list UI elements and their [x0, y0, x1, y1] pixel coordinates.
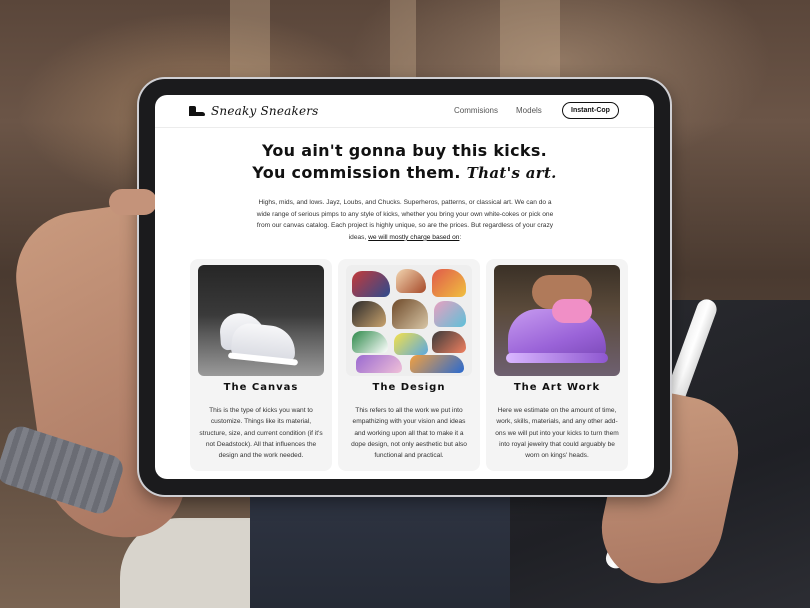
sneaker-detail: [552, 299, 592, 323]
card-image-custom-sneaker: [494, 265, 620, 376]
background-shelf: [500, 0, 560, 90]
background-shelf: [390, 0, 416, 90]
sneaker-shape: [432, 269, 466, 297]
hero-title: You ain't gonna buy this kicks. You comm…: [155, 140, 654, 184]
sneaker-sole: [506, 353, 608, 363]
sneaker-shape: [396, 269, 426, 293]
card-description: Here we estimate on the amount of time, …: [495, 407, 619, 460]
intro-paragraph: Highs, mids, and lows. Jayz, Loubs, and …: [255, 197, 555, 243]
intro-end: :: [459, 233, 462, 241]
brand-logo[interactable]: Sneaky Sneakers: [189, 104, 319, 118]
nav-link-commisions[interactable]: Commisions: [454, 106, 498, 115]
brand-name: Sneaky Sneakers: [211, 104, 319, 118]
sneaker-shape: [352, 331, 388, 353]
intro-pricing-link[interactable]: we will mostly charge based on: [368, 234, 459, 241]
card-title: The Design: [372, 382, 446, 393]
sneaker-shape: [394, 333, 428, 355]
background-shelf: [230, 0, 270, 90]
sneaker-shape: [432, 331, 466, 353]
sneaker-shape: [352, 271, 390, 297]
hero-title-line2: You commission them. That's art.: [155, 162, 654, 184]
card-image-sneaker-collage: [346, 265, 472, 376]
sneaker-shape: [434, 301, 466, 327]
card-description: This refers to all the work we put into …: [351, 407, 467, 460]
card-title: The Canvas: [223, 382, 299, 393]
sneaker-shape: [356, 355, 402, 373]
sneaker-shape: [392, 299, 428, 329]
card-image-white-sneakers: [198, 265, 324, 376]
nav-link-models[interactable]: Models: [516, 106, 542, 115]
hero-title-line2-text: You commission them.: [252, 163, 461, 182]
sneaker-icon: [189, 106, 205, 116]
tablet-screen: Sneaky Sneakers Commisions Models Instan…: [155, 95, 654, 479]
hero-title-line1: You ain't gonna buy this kicks.: [261, 141, 548, 160]
card-the-art-work: The Art Work Here we estimate on the amo…: [486, 259, 628, 471]
instant-cop-button[interactable]: Instant-Cop: [562, 102, 619, 119]
card-description: This is the type of kicks you want to cu…: [199, 407, 323, 460]
left-thumb: [109, 189, 157, 215]
card-the-canvas: The Canvas This is the type of kicks you…: [190, 259, 332, 471]
card-the-design: The Design This refers to all the work w…: [338, 259, 480, 471]
top-nav: Sneaky Sneakers Commisions Models Instan…: [155, 95, 654, 128]
tablet-device: Sneaky Sneakers Commisions Models Instan…: [109, 79, 670, 495]
card-title: The Art Work: [513, 382, 601, 393]
sneaker-shape: [410, 355, 464, 373]
hero-title-accent: That's art.: [466, 164, 557, 182]
sneaker-shape: [352, 301, 386, 327]
